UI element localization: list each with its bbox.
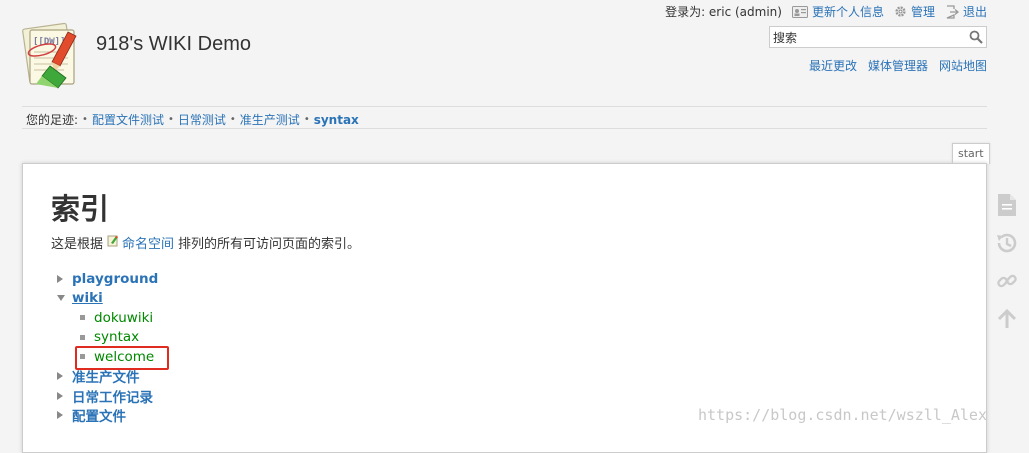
- namespace-edit-icon: [107, 235, 119, 251]
- login-status: 登录为: eric (admin): [665, 5, 782, 19]
- page-tools: [994, 192, 1020, 332]
- collapsed-arrow-icon[interactable]: [57, 411, 72, 420]
- page-title: 索引: [51, 194, 110, 226]
- namespace-label[interactable]: wiki: [72, 290, 103, 306]
- breadcrumb-item[interactable]: 日常测试: [178, 111, 226, 128]
- breadcrumb-divider: [22, 128, 987, 129]
- watermark: https://blog.csdn.net/wszll_Alex: [698, 406, 987, 424]
- namespace-item-playground[interactable]: playground: [57, 269, 158, 289]
- dokuwiki-logo[interactable]: [[DW]]: [20, 22, 88, 90]
- document-icon[interactable]: [994, 192, 1020, 218]
- user-tools: 登录为: eric (admin) 更新个人信息 管理 退出: [665, 3, 987, 20]
- breadcrumb-separator: •: [229, 114, 236, 125]
- namespace-link[interactable]: 命名空间: [107, 233, 174, 252]
- history-icon[interactable]: [994, 230, 1020, 256]
- site-header: [[DW]] 918's WIKI Demo 登录为: eric (admin)…: [0, 0, 1029, 106]
- logout-link[interactable]: 退出: [945, 3, 987, 20]
- namespace-label[interactable]: 配置文件: [72, 405, 126, 425]
- sitemap-link[interactable]: 网站地图: [939, 57, 987, 74]
- logout-icon: [945, 4, 959, 19]
- bullet-icon: [80, 334, 85, 340]
- admin-label[interactable]: 管理: [911, 3, 935, 20]
- namespace-item-daily-log[interactable]: 日常工作记录: [57, 386, 158, 406]
- search-icon[interactable]: [966, 27, 986, 47]
- breadcrumb: 您的足迹: • 配置文件测试 • 日常测试 • 准生产测试 • syntax: [26, 111, 359, 128]
- profile-card-icon: [791, 5, 808, 18]
- expanded-arrow-icon[interactable]: [57, 295, 72, 302]
- gear-icon: [894, 5, 907, 18]
- namespace-link-label[interactable]: 命名空间: [122, 233, 174, 252]
- breadcrumb-item[interactable]: 准生产测试: [240, 111, 300, 128]
- collapsed-arrow-icon[interactable]: [57, 391, 72, 400]
- intro-text-before: 这是根据: [51, 237, 104, 252]
- search-box: [769, 26, 987, 48]
- admin-link[interactable]: 管理: [894, 3, 935, 20]
- namespace-item-wiki[interactable]: wiki: [57, 289, 158, 309]
- index-intro: 这是根据 命名空间 排列的所有可访问页面的索引。: [51, 233, 360, 252]
- header-divider: [22, 106, 987, 107]
- search-input[interactable]: [770, 27, 966, 47]
- site-title[interactable]: 918's WIKI Demo: [96, 33, 251, 56]
- page-id-tab: start: [952, 143, 990, 164]
- backlink-icon[interactable]: [994, 268, 1020, 294]
- site-tools: 最近更改 媒体管理器 网站地图: [809, 57, 987, 74]
- namespace-label[interactable]: 日常工作记录: [72, 386, 153, 406]
- intro-text-after: 排列的所有可访问页面的索引。: [178, 237, 361, 252]
- highlight-annotation: [75, 346, 169, 370]
- page-link[interactable]: syntax: [94, 329, 139, 345]
- logout-label[interactable]: 退出: [963, 3, 987, 20]
- page-item-syntax[interactable]: syntax: [57, 328, 158, 348]
- breadcrumb-item[interactable]: 配置文件测试: [92, 111, 164, 128]
- media-manager-link[interactable]: 媒体管理器: [868, 57, 928, 74]
- breadcrumb-current[interactable]: syntax: [314, 113, 359, 127]
- collapsed-arrow-icon[interactable]: [57, 274, 72, 283]
- breadcrumb-separator: •: [82, 114, 88, 125]
- update-profile-label[interactable]: 更新个人信息: [812, 3, 884, 20]
- breadcrumb-separator: •: [303, 114, 310, 125]
- collapsed-arrow-icon[interactable]: [57, 372, 72, 381]
- namespace-item-config[interactable]: 配置文件: [57, 405, 158, 425]
- update-profile-link[interactable]: 更新个人信息: [791, 3, 884, 20]
- breadcrumb-separator: •: [167, 114, 174, 125]
- page-link[interactable]: dokuwiki: [94, 310, 153, 326]
- breadcrumb-label: 您的足迹:: [26, 113, 79, 127]
- back-to-top-icon[interactable]: [994, 306, 1020, 332]
- recent-changes-link[interactable]: 最近更改: [809, 57, 857, 74]
- page-item-dokuwiki[interactable]: dokuwiki: [57, 308, 158, 328]
- bullet-icon: [80, 315, 85, 321]
- namespace-label[interactable]: playground: [72, 271, 158, 287]
